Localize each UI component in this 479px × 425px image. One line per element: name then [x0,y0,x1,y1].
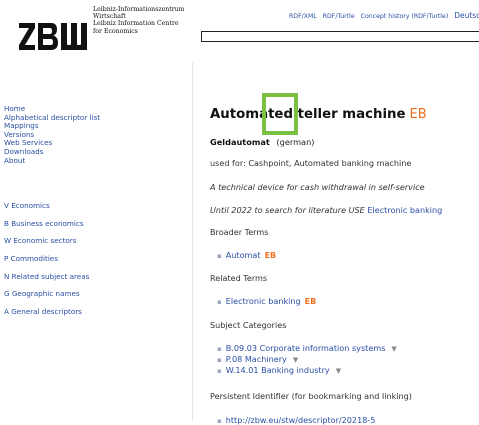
concept-history-link[interactable]: Concept history (RDF/Turtle) [361,13,449,20]
german-label: Geldautomat (german) [210,137,314,147]
bullet-icon: ▪ [217,345,222,353]
section-business-economics[interactable]: B Business economics [4,219,89,237]
pid-link[interactable]: http://zbw.eu/stw/descriptor/20218-5 [226,415,376,425]
category-link[interactable]: P.08 Machinery [226,354,287,364]
rdf-xml-link[interactable]: RDF/XML [289,13,317,20]
broader-heading: Broader Terms [210,227,269,237]
rdf-turtle-link[interactable]: RDF/Turtle [323,13,355,20]
history-text: Until 2022 to search for literature USE [210,205,365,215]
logo-line: Leibniz-Informationszentrum [93,6,185,13]
page-title: Automated teller machine EB [210,107,427,122]
sidebar-divider [192,62,193,421]
language-note: (german) [276,137,315,147]
sidebar-nav: Home Alphabetical descriptor list Mappin… [4,104,100,166]
chevron-down-icon[interactable]: ▼ [293,356,298,364]
category-item: ▪ W.14.01 Banking industry ▼ [217,365,341,375]
section-economic-sectors[interactable]: W Economic sectors [4,236,89,254]
definition: A technical device for cash withdrawal i… [210,182,425,192]
highlight-box [262,93,298,135]
bullet-icon: ▪ [217,417,222,425]
pid-heading: Persistent Identifier (for bookmarking a… [210,391,412,401]
related-term: ▪ Electronic banking EB [217,296,316,306]
logo-line: for Economics [93,27,138,35]
eb-badge: EB [409,107,427,122]
categories-heading: Subject Categories [210,320,287,330]
bullet-icon: ▪ [217,298,222,306]
category-item: ▪ B.09.03 Corporate information systems ▼ [217,343,397,353]
category-link[interactable]: B.09.03 Corporate information systems [226,343,386,353]
logo-line: Leibniz Information Centre [93,20,179,28]
section-general-descriptors[interactable]: A General descriptors [4,307,89,325]
broader-term-link[interactable]: Automat [226,250,261,260]
nav-about[interactable]: About [4,156,100,166]
bullet-icon: ▪ [217,367,222,375]
concept-title: Automated teller machine [210,107,406,122]
section-economics[interactable]: V Economics [4,201,89,219]
history-link[interactable]: Electronic banking [367,205,442,215]
format-links: RDF/XML RDF/Turtle Concept history (RDF/… [289,11,479,20]
related-term-link[interactable]: Electronic banking [226,296,301,306]
related-heading: Related Terms [210,273,268,283]
zbw-logo[interactable] [18,20,88,52]
bullet-icon: ▪ [217,356,222,364]
chevron-down-icon[interactable]: ▼ [391,345,396,353]
eb-badge: EB [304,297,317,306]
category-link[interactable]: W.14.01 Banking industry [226,365,330,375]
search-input[interactable] [201,31,479,42]
section-related-subject-areas[interactable]: N Related subject areas [4,272,89,290]
section-geographic-names[interactable]: G Geographic names [4,289,89,307]
section-commodities[interactable]: P Commodities [4,254,89,272]
broader-term: ▪ Automat EB [217,250,276,260]
history-note: Until 2022 to search for literature USE … [210,205,442,215]
category-item: ▪ P.08 Machinery ▼ [217,354,298,364]
logo-line: Wirtschaft [93,13,126,21]
logo-text: Leibniz-Informationszentrum Wirtschaft L… [93,6,185,35]
chevron-down-icon[interactable]: ▼ [336,367,341,375]
language-link[interactable]: Deutsch [454,11,479,20]
german-term: Geldautomat [210,137,270,147]
used-for: used for: Cashpoint, Automated banking m… [210,158,412,168]
eb-badge: EB [264,251,277,260]
pid-item: ▪ http://zbw.eu/stw/descriptor/20218-5 [217,415,375,425]
thesaurus-sections: V Economics B Business economics W Econo… [4,201,89,325]
bullet-icon: ▪ [217,252,222,260]
